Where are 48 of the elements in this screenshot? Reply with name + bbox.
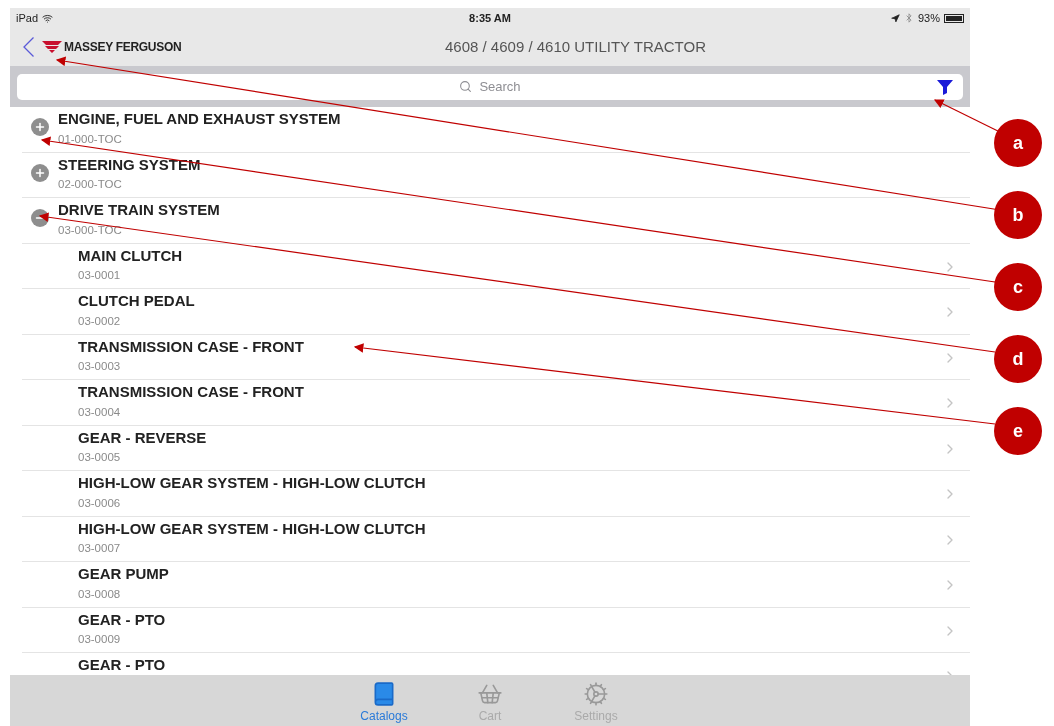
item-code: 03-0007 [78,541,122,556]
callout-marker: e [994,407,1042,455]
search-field[interactable]: Search [17,73,963,100]
item-title: DRIVE TRAIN SYSTEM [58,201,221,220]
battery-icon [944,13,964,23]
filter-icon[interactable] [936,77,954,96]
expand-icon[interactable] [31,163,49,182]
bluetooth-icon [903,13,914,23]
callout-marker: c [994,263,1042,311]
brand-name: MASSEY FERGUSON [64,39,182,56]
search-icon [459,79,472,93]
screen-title: 4608 / 4609 / 4610 UTILITY TRACTOR [445,36,706,57]
item-code: 03-0001 [78,268,122,283]
item-title: MAIN CLUTCH [78,246,184,266]
item-code: 03-0004 [78,404,122,420]
item-title: GEAR - PTO [78,610,167,630]
gear-icon[interactable] [583,681,609,707]
item-code: 03-0003 [78,359,122,374]
item-title: TRANSMISSION CASE - FRONT [78,383,305,402]
item-title: HIGH-LOW GEAR SYSTEM - HIGH-LOW CLUTCH [78,519,427,539]
item-title: STEERING SYSTEM [58,155,202,175]
item-code: 01-000-TOC [58,131,123,147]
item-title: CLUTCH PEDAL [78,292,196,311]
wifi-icon [42,12,54,24]
item-code: 03-0002 [78,313,122,329]
back-button[interactable] [23,37,34,57]
item-code: 03-0008 [78,586,122,602]
item-title: TRANSMISSION CASE - FRONT [78,337,305,357]
item-title: ENGINE, FUEL AND EXHAUST SYSTEM [58,110,342,129]
item-code: 03-0006 [78,495,122,511]
item-title: GEAR PUMP [78,565,170,584]
callout-marker: a [994,119,1042,167]
item-title: GEAR - PTO [78,656,167,675]
logo-icon [42,41,62,53]
clock-time: 8:35 AM [469,10,511,26]
device-name: iPad [16,10,39,26]
item-code: 03-0009 [78,632,122,647]
item-code: 02-000-TOC [58,177,123,192]
battery-percent: 93% [917,10,940,26]
expand-icon[interactable] [31,118,49,136]
item-title: GEAR - REVERSE [78,428,208,448]
item-code: 03-000-TOC [58,222,123,238]
item-title: HIGH-LOW GEAR SYSTEM - HIGH-LOW CLUTCH [78,474,427,493]
tab[interactable]: Catalogs [356,681,412,725]
callout-marker: b [994,191,1042,239]
item-code: 03-0005 [78,450,122,465]
callout-marker: d [994,335,1042,383]
location-icon [890,13,900,23]
